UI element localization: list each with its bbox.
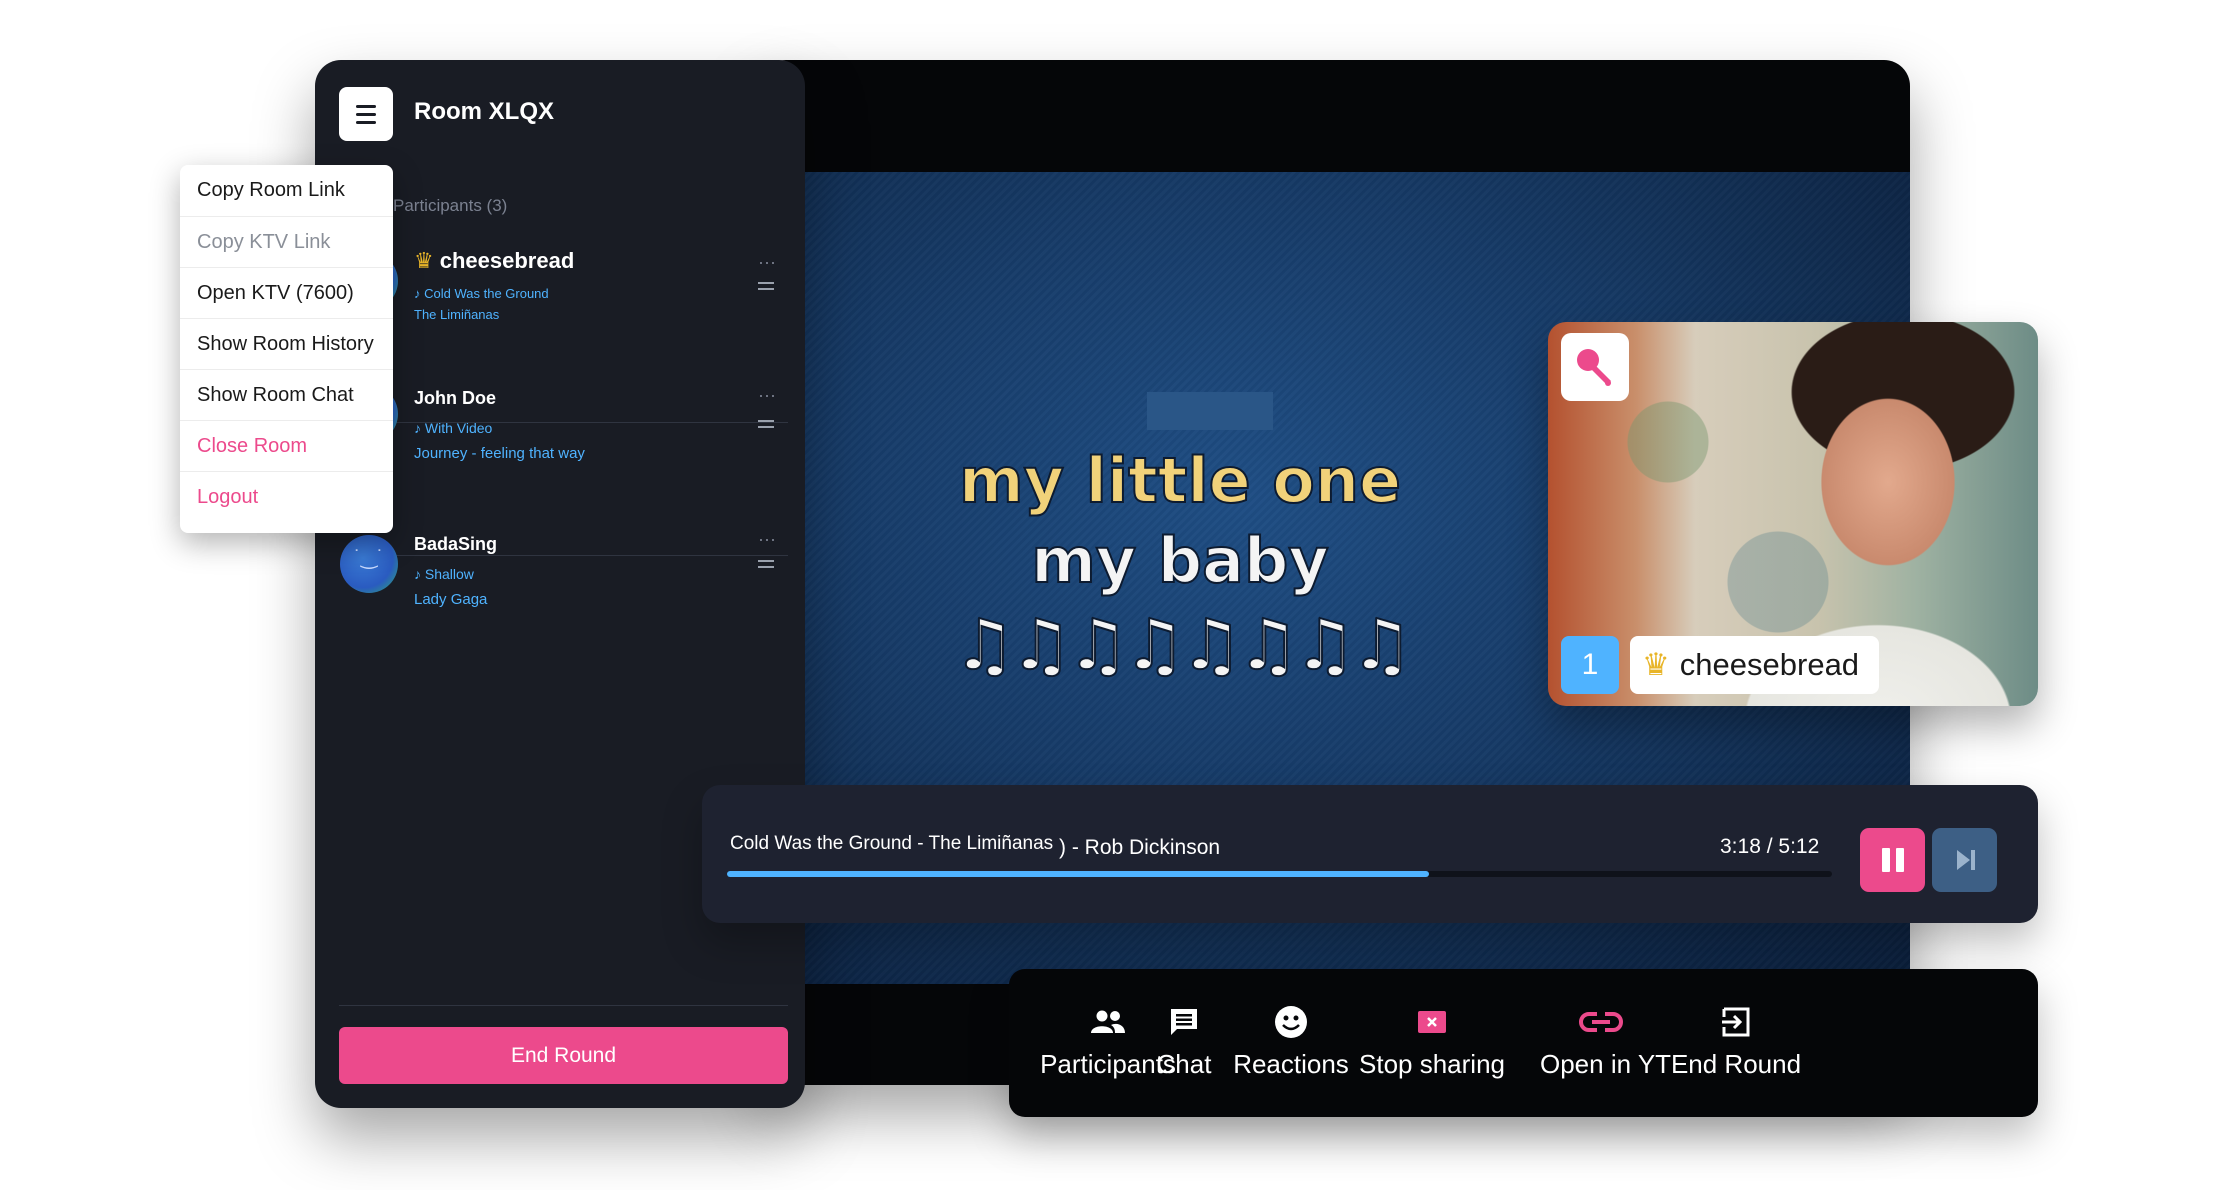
lyric-line-1: my little one [958, 443, 1402, 518]
time-separator: / [1766, 835, 1773, 858]
music-note-icon: ♪ [414, 420, 425, 436]
menu-item-close-room[interactable]: Close Room [180, 420, 393, 471]
divider [339, 1005, 788, 1006]
now-playing-artist: ) - Rob Dickinson [1059, 836, 1221, 859]
skip-button[interactable] [1932, 828, 1997, 892]
menu-item-show-room-chat[interactable]: Show Room Chat [180, 369, 393, 420]
microphone-icon [1561, 333, 1629, 401]
participant-song-title: With Video [424, 420, 493, 436]
now-playing-title: Cold Was the Ground - The Limiñanas [730, 833, 1054, 854]
lyric-placeholder-block [1147, 392, 1273, 430]
toolbar-label: Open in YT [1540, 1049, 1672, 1079]
singer-name: cheesebread [1679, 647, 1860, 682]
participant-name: cheesebread [439, 248, 575, 273]
room-title: Room XLQX [414, 98, 555, 125]
playback-time: 3:18 / 5:12 [1720, 835, 1819, 859]
progress-fill [727, 871, 1429, 877]
chat-icon [1154, 1003, 1214, 1041]
elapsed-time: 3:18 [1720, 835, 1761, 858]
pause-button[interactable] [1860, 828, 1925, 892]
exit-icon [1661, 1003, 1811, 1041]
singer-camera-feed: 1 ♛ cheesebread [1548, 322, 2038, 706]
toolbar-end-round[interactable]: End Round [1661, 1003, 1811, 1093]
participant-artist: The Limiñanas [414, 307, 500, 322]
progress-track[interactable] [727, 871, 1832, 877]
participant-artist: Journey - feeling that way [414, 445, 585, 462]
drag-handle-icon[interactable] [758, 282, 774, 290]
music-note-icon: ♪ [414, 286, 425, 301]
participant-name-row: ♛ cheesebread [414, 248, 574, 274]
toolbar-open-in-yt[interactable]: Open in YT [1540, 1003, 1672, 1093]
drag-handle-icon[interactable] [758, 420, 774, 428]
room-menu: Copy Room Link Copy KTV Link Open KTV (7… [180, 165, 393, 533]
toolbar-chat[interactable]: Chat [1154, 1003, 1214, 1093]
toolbar-label: Stop sharing [1359, 1049, 1505, 1079]
menu-item-copy-room-link[interactable]: Copy Room Link [180, 165, 393, 216]
participant-song: ♪ Cold Was the Ground [414, 286, 549, 301]
singer-name-tag: ♛ cheesebread [1630, 636, 1880, 694]
now-playing-bar: Cold Was the Ground - The Limiñanas ) - … [702, 785, 2038, 923]
end-round-button[interactable]: End Round [339, 1027, 788, 1084]
crown-icon: ♛ [414, 248, 434, 273]
toolbar-label: Reactions [1233, 1049, 1349, 1079]
total-time: 5:12 [1778, 835, 1820, 858]
more-options-icon[interactable]: ··· [758, 385, 776, 406]
participant-song-title: Shallow [424, 566, 474, 582]
smiley-icon [1231, 1003, 1351, 1041]
toolbar-stop-sharing[interactable]: Stop sharing [1352, 1003, 1512, 1093]
participant-song: ♪ Shallow [414, 566, 474, 582]
toolbar-label: Chat [1156, 1049, 1212, 1079]
participant-song: ♪ With Video [414, 420, 492, 436]
participant-name: John Doe [414, 388, 497, 408]
lyric-notes: ♫♫♫♫♫♫♫♫ [952, 603, 1414, 687]
participants-heading: Participants (3) [393, 196, 508, 215]
participant-artist: Lady Gaga [414, 591, 488, 608]
avatar: ˙‿˙ [340, 535, 398, 593]
menu-item-copy-ktv-link[interactable]: Copy KTV Link [180, 216, 393, 267]
lyric-line-2: my baby [1030, 523, 1330, 598]
participant-name: BadaSing [414, 534, 498, 554]
bottom-toolbar: Participants Chat Reactions Stop sharing… [1009, 969, 2038, 1117]
rank-badge: 1 [1561, 636, 1619, 694]
toolbar-label: End Round [1670, 1049, 1802, 1079]
menu-item-open-ktv[interactable]: Open KTV (7600) [180, 267, 393, 318]
face-icon: ˙‿˙ [354, 547, 384, 569]
stop-share-icon [1352, 1003, 1512, 1041]
menu-item-show-room-history[interactable]: Show Room History [180, 318, 393, 369]
drag-handle-icon[interactable] [758, 560, 774, 568]
hamburger-menu-icon[interactable] [339, 87, 393, 141]
more-options-icon[interactable]: ··· [758, 252, 776, 273]
more-options-icon[interactable]: ··· [758, 529, 776, 550]
menu-item-logout[interactable]: Logout [180, 471, 393, 522]
participant-song-title: Cold Was the Ground [424, 286, 549, 301]
music-note-icon: ♪ [414, 566, 425, 582]
toolbar-reactions[interactable]: Reactions [1231, 1003, 1351, 1093]
link-icon [1540, 1003, 1662, 1041]
crown-icon: ♛ [1642, 647, 1670, 682]
skip-next-icon [1956, 850, 1975, 870]
